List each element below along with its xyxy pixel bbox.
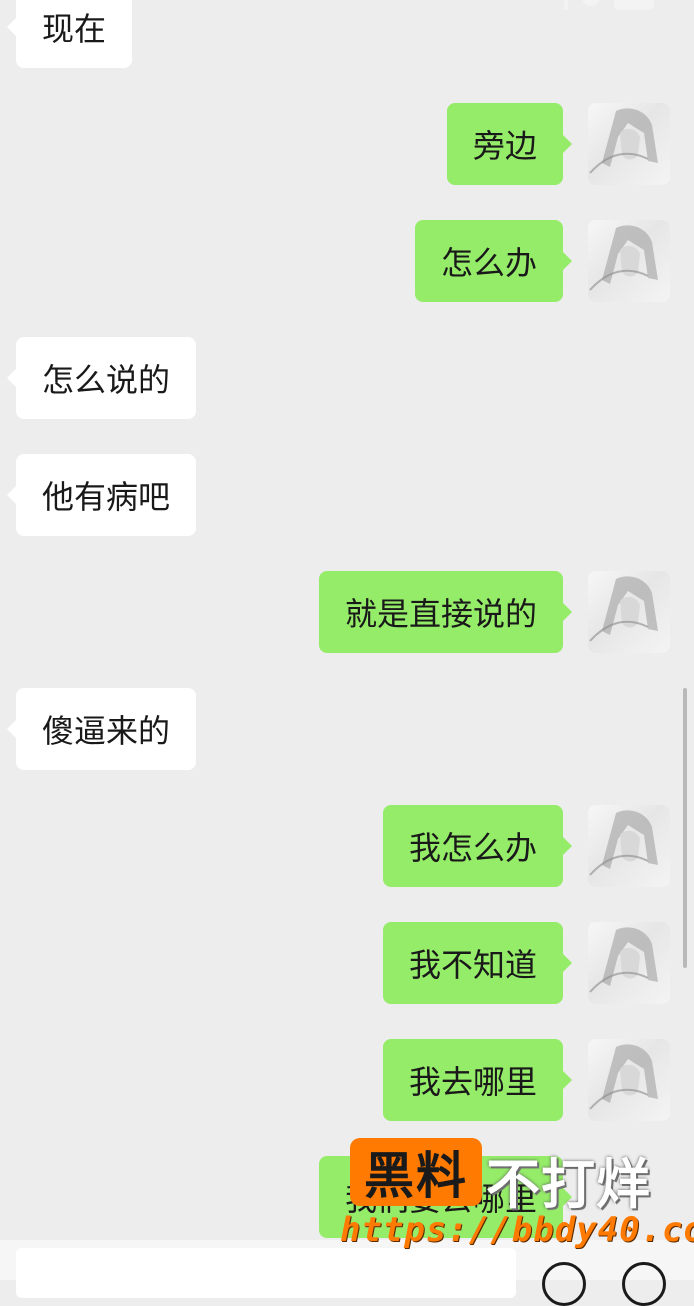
message-row: 我怎么办 [0,805,694,889]
watermark: 黑料 不打烊 https://bbdy40.com [340,1138,694,1258]
message-row: 傻逼来的 [0,688,694,772]
message-text: 我不知道 [408,946,537,984]
avatar[interactable] [588,220,670,302]
outgoing-message-bubble[interactable]: 我怎么办 [382,805,573,887]
message-row: 我去哪里 [0,1039,694,1123]
message-text: 怎么说的 [42,361,171,399]
outgoing-message-bubble[interactable]: 就是直接说的 [318,571,573,653]
outgoing-message-bubble[interactable]: 我去哪里 [382,1039,573,1121]
outgoing-message-bubble[interactable]: 旁边 [446,103,573,185]
anime-girl-avatar-icon [589,927,658,993]
avatar[interactable] [588,1039,670,1121]
scrollbar[interactable] [683,688,687,968]
more-options-button[interactable] [622,1262,666,1306]
anime-girl-avatar-icon [589,108,658,174]
outgoing-message-bubble[interactable]: 我不知道 [382,922,573,1004]
avatar[interactable] [588,103,670,185]
incoming-message-bubble[interactable]: 现在 [6,0,133,68]
anime-girl-avatar-icon [589,225,658,291]
message-text: 旁边 [472,127,537,165]
incoming-message-bubble[interactable]: 傻逼来的 [6,688,197,770]
watermark-tagline: 不打烊 [486,1153,651,1216]
message-text: 我怎么办 [408,829,537,867]
message-row: 现在 [0,0,694,70]
outgoing-message-bubble[interactable]: 怎么办 [414,220,573,302]
message-text: 他有病吧 [42,478,171,516]
avatar[interactable] [588,922,670,1004]
watermark-logo: 黑料 [350,1138,482,1206]
anime-girl-avatar-icon [589,1044,658,1110]
message-text: 现在 [42,10,107,48]
message-row: 旁边 [0,103,694,187]
incoming-message-bubble[interactable]: 他有病吧 [6,454,197,536]
message-row: 怎么办 [0,220,694,304]
incoming-message-bubble[interactable]: 怎么说的 [6,337,197,419]
avatar[interactable] [588,571,670,653]
message-row: 就是直接说的 [0,571,694,655]
watermark-url: https://bbdy40.com [340,1210,694,1250]
message-row: 怎么说的 [0,337,694,421]
message-row: 我不知道 [0,922,694,1006]
message-text: 怎么办 [440,244,537,282]
anime-girl-avatar-icon [589,576,658,642]
chat-message-list[interactable]: 现在 旁边 怎么办 怎么说的 他有病吧 就是直接说的 傻逼来的 我怎么办 我不知… [0,0,694,1280]
message-text: 就是直接说的 [344,595,537,633]
message-text: 傻逼来的 [42,712,171,750]
message-text: 我去哪里 [408,1063,537,1101]
anime-girl-avatar-icon [589,810,658,876]
watermark-badge-text: 黑料 [364,1147,468,1205]
emoji-button[interactable] [542,1262,586,1306]
avatar[interactable] [588,805,670,887]
message-row: 他有病吧 [0,454,694,538]
